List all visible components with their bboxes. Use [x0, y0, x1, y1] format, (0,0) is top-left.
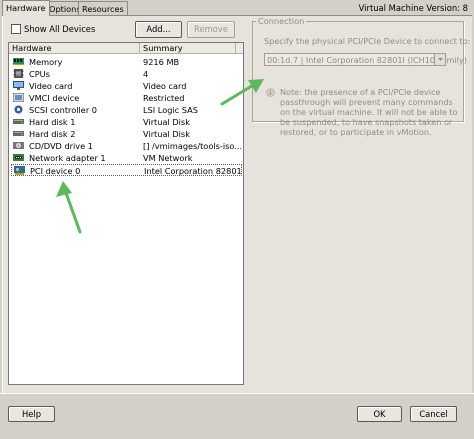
bottom-separator [0, 393, 474, 394]
pci-device-icon [14, 166, 25, 175]
info-icon [266, 88, 275, 97]
hardware-summary: Virtual Disk [143, 129, 190, 139]
hardware-row-hard-disk-1[interactable]: Hard disk 1 Virtual Disk [11, 116, 242, 128]
hardware-row-cpus[interactable]: CPUs 4 [11, 68, 242, 80]
hardware-summary: [] /vmimages/tools-iso... [143, 141, 241, 151]
hardware-list[interactable]: Hardware Summary Memory 9216 MB CPUs 4 V… [8, 42, 244, 385]
scsi-icon [14, 105, 23, 114]
hardware-row-hard-disk-2[interactable]: Hard disk 2 Virtual Disk [11, 128, 242, 140]
connection-group-title: Connection [256, 16, 307, 26]
tab-hardware[interactable]: Hardware [2, 0, 50, 16]
hardware-name: CPUs [29, 69, 50, 79]
hardware-name: Video card [29, 81, 73, 91]
column-separator[interactable] [139, 43, 140, 54]
hardware-name: Hard disk 2 [29, 129, 76, 139]
cd-dvd-icon [13, 142, 24, 149]
column-header-summary[interactable]: Summary [143, 44, 183, 53]
hardware-list-header: Hardware Summary [9, 43, 243, 54]
hardware-summary: 9216 MB [143, 57, 180, 67]
tab-resources[interactable]: Resources [78, 1, 128, 15]
hardware-row-cd-dvd-drive[interactable]: CD/DVD drive 1 [] /vmimages/tools-iso... [11, 140, 242, 152]
ok-button[interactable]: OK [357, 406, 402, 422]
hardware-summary: Intel Corporation 82801... [144, 166, 242, 176]
hardware-name: SCSI controller 0 [29, 105, 97, 115]
hardware-summary: Video card [143, 81, 187, 91]
tab-options-label: Options [49, 4, 81, 14]
hardware-row-memory[interactable]: Memory 9216 MB [11, 56, 242, 68]
column-separator[interactable] [235, 43, 236, 54]
video-card-icon [13, 81, 24, 90]
passthrough-note: Note: the presence of a PCI/PCIe device … [280, 87, 458, 137]
vmci-icon [13, 93, 24, 102]
hardware-summary: LSI Logic SAS [143, 105, 198, 115]
network-adapter-icon [13, 154, 24, 161]
hard-disk-icon [13, 131, 24, 136]
chevron-down-icon[interactable] [434, 54, 445, 65]
show-all-devices-label: Show All Devices [24, 24, 96, 34]
column-header-hardware[interactable]: Hardware [12, 44, 52, 53]
connection-prompt: Specify the physical PCI/PCIe Device to … [264, 36, 471, 46]
hardware-name: Memory [29, 57, 63, 67]
cancel-button[interactable]: Cancel [410, 406, 457, 422]
show-all-devices-checkbox[interactable] [11, 24, 21, 34]
hardware-row-scsi-controller[interactable]: SCSI controller 0 LSI Logic SAS [11, 104, 242, 116]
add-device-button[interactable]: Add... [135, 21, 182, 38]
hardware-summary: Virtual Disk [143, 117, 190, 127]
pci-device-select[interactable]: 00:1d.7 | Intel Corporation 82801I (ICH1… [264, 53, 467, 66]
tab-hardware-label: Hardware [6, 3, 46, 13]
hardware-summary: Restricted [143, 93, 185, 103]
hardware-row-network-adapter[interactable]: Network adapter 1 VM Network [11, 152, 242, 164]
hardware-summary: VM Network [143, 153, 193, 163]
help-button[interactable]: Help [8, 406, 55, 422]
hardware-row-pci-device[interactable]: PCI device 0 Intel Corporation 82801... [11, 164, 242, 176]
hardware-name: PCI device 0 [30, 166, 81, 176]
vm-version-label: Virtual Machine Version: 8 [358, 3, 468, 13]
hardware-summary: 4 [143, 69, 149, 79]
hardware-name: Hard disk 1 [29, 117, 76, 127]
hardware-name: Network adapter 1 [29, 153, 106, 163]
memory-icon [13, 58, 24, 65]
hardware-row-vmci-device[interactable]: VMCI device Restricted [11, 92, 242, 104]
hardware-name: CD/DVD drive 1 [29, 141, 93, 151]
hardware-row-video-card[interactable]: Video card Video card [11, 80, 242, 92]
tab-resources-label: Resources [82, 4, 124, 14]
remove-device-button[interactable]: Remove [187, 21, 235, 38]
hardware-name: VMCI device [29, 93, 80, 103]
cpu-icon [13, 69, 24, 78]
hard-disk-icon [13, 119, 24, 124]
